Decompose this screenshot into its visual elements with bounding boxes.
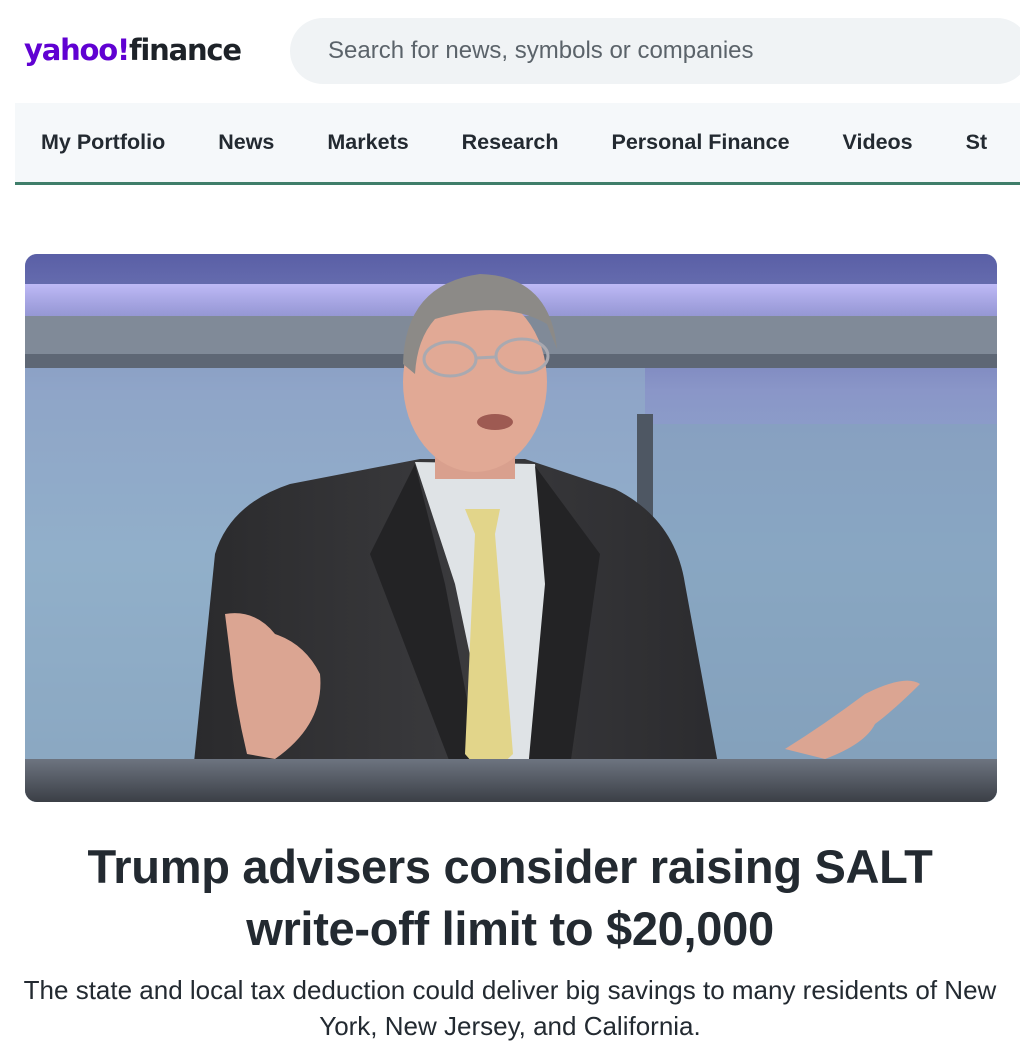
main-nav: My Portfolio News Markets Research Perso… [15, 103, 1020, 185]
logo-brand: yahoo! [24, 32, 130, 67]
article-subheadline: The state and local tax deduction could … [23, 975, 997, 1041]
nav-item-my-portfolio[interactable]: My Portfolio [41, 130, 165, 155]
nav-item-markets[interactable]: Markets [327, 130, 408, 155]
hero-illustration [25, 254, 997, 802]
search-input[interactable] [328, 37, 1020, 65]
nav-item-more[interactable]: St [966, 130, 988, 155]
yahoo-finance-logo[interactable]: yahoo! finance [24, 28, 242, 72]
page: yahoo!finance My Portfolio News Markets … [0, 0, 1020, 1054]
nav-item-news[interactable]: News [218, 130, 274, 155]
nav-item-videos[interactable]: Videos [843, 130, 913, 155]
search-bar[interactable] [290, 18, 1020, 84]
logo-product: finance [129, 32, 242, 67]
article-headline[interactable]: Trump advisers consider raising SALT wri… [20, 836, 1000, 960]
article-hero-image[interactable] [25, 254, 997, 802]
nav-item-personal-finance[interactable]: Personal Finance [611, 130, 789, 155]
nav-item-research[interactable]: Research [462, 130, 559, 155]
